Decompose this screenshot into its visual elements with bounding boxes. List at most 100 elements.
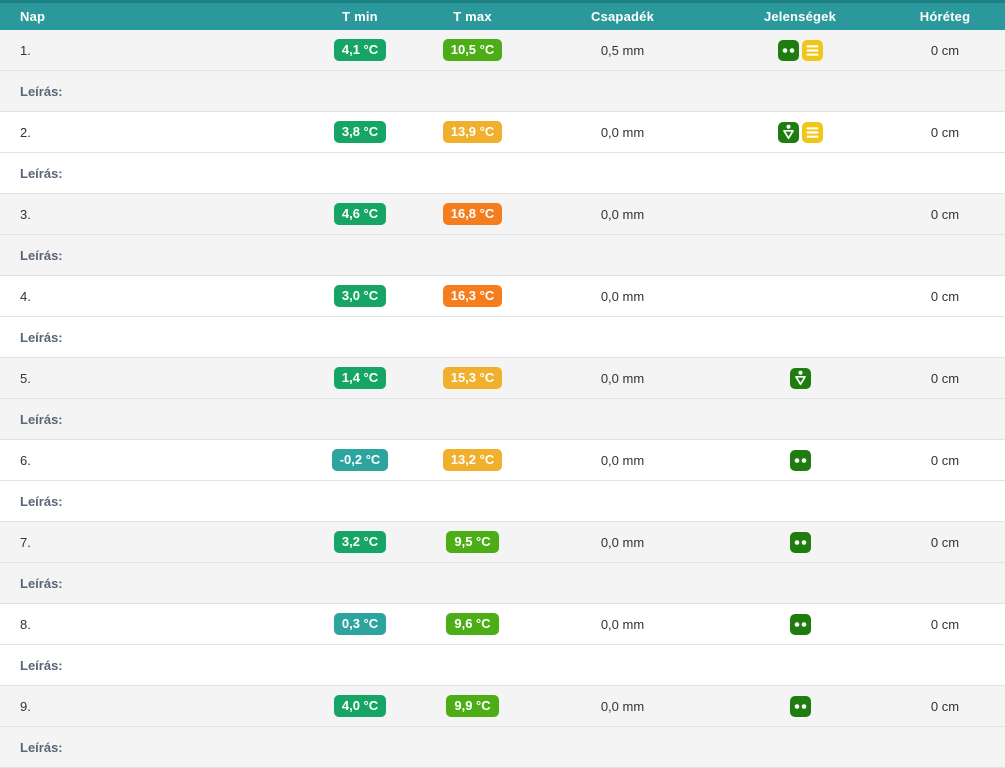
tmin-badge: 4,1 °C — [334, 39, 386, 62]
leiras-label: Leírás: — [20, 412, 63, 427]
leiras-row: Leírás: — [0, 727, 1005, 768]
tmin-cell: 4,0 °C — [305, 695, 415, 718]
day-number: 6. — [0, 453, 305, 468]
snow-cell: 0 cm — [885, 125, 1005, 140]
day-row: 7. 3,2 °C 9,5 °C 0,0 mm 0 cm — [0, 522, 1005, 563]
leiras-row: Leírás: — [0, 645, 1005, 686]
day-row: 1. 4,1 °C 10,5 °C 0,5 mm 0 cm — [0, 30, 1005, 71]
day-number: 1. — [0, 43, 305, 58]
tmax-cell: 13,9 °C — [415, 121, 530, 144]
precip-cell: 0,5 mm — [530, 43, 715, 58]
tmax-cell: 9,5 °C — [415, 531, 530, 554]
snow-cell: 0 cm — [885, 43, 1005, 58]
phenomena-cell — [715, 122, 885, 143]
leiras-row: Leírás: — [0, 153, 1005, 194]
day-number: 2. — [0, 125, 305, 140]
weather-daily-table: Nap T min T max Csapadék Jelenségek Hóré… — [0, 0, 1005, 768]
phenomena-cell — [715, 614, 885, 635]
tmax-cell: 9,6 °C — [415, 613, 530, 636]
tmax-cell: 16,3 °C — [415, 285, 530, 308]
day-row: 6. -0,2 °C 13,2 °C 0,0 mm 0 cm — [0, 440, 1005, 481]
precip-cell: 0,0 mm — [530, 289, 715, 304]
phenomena-cell — [715, 532, 885, 553]
tmax-cell: 10,5 °C — [415, 39, 530, 62]
tmax-cell: 16,8 °C — [415, 203, 530, 226]
phenomena-cell — [715, 40, 885, 61]
table-body: 1. 4,1 °C 10,5 °C 0,5 mm 0 cm Leírás: 2.… — [0, 30, 1005, 768]
precip-cell: 0,0 mm — [530, 371, 715, 386]
tmax-badge: 13,2 °C — [443, 449, 503, 472]
tmin-cell: 3,8 °C — [305, 121, 415, 144]
leiras-label: Leírás: — [20, 576, 63, 591]
day-row: 9. 4,0 °C 9,9 °C 0,0 mm 0 cm — [0, 686, 1005, 727]
tmax-badge: 9,6 °C — [446, 613, 498, 636]
column-header-tmin: T min — [305, 9, 415, 24]
day-row: 2. 3,8 °C 13,9 °C 0,0 mm 0 cm — [0, 112, 1005, 153]
tmax-badge: 9,5 °C — [446, 531, 498, 554]
leiras-row: Leírás: — [0, 71, 1005, 112]
snow-cell: 0 cm — [885, 289, 1005, 304]
snow-cell: 0 cm — [885, 207, 1005, 222]
tmax-cell: 9,9 °C — [415, 695, 530, 718]
precip-cell: 0,0 mm — [530, 535, 715, 550]
column-header-tmax: T max — [415, 9, 530, 24]
phenomena-cell — [715, 696, 885, 717]
leiras-label: Leírás: — [20, 740, 63, 755]
day-row: 5. 1,4 °C 15,3 °C 0,0 mm 0 cm — [0, 358, 1005, 399]
precip-cell: 0,0 mm — [530, 207, 715, 222]
day-row: 3. 4,6 °C 16,8 °C 0,0 mm 0 cm — [0, 194, 1005, 235]
day-row: 8. 0,3 °C 9,6 °C 0,0 mm 0 cm — [0, 604, 1005, 645]
tmin-badge: 3,0 °C — [334, 285, 386, 308]
leiras-label: Leírás: — [20, 248, 63, 263]
leiras-label: Leírás: — [20, 494, 63, 509]
drizzle-dots-icon — [778, 40, 799, 61]
drizzle-dots-icon — [790, 696, 811, 717]
table-header: Nap T min T max Csapadék Jelenségek Hóré… — [0, 0, 1005, 30]
tmin-badge: 4,6 °C — [334, 203, 386, 226]
day-number: 9. — [0, 699, 305, 714]
fog-lines-icon — [802, 40, 823, 61]
snow-cell: 0 cm — [885, 535, 1005, 550]
drizzle-dots-icon — [790, 532, 811, 553]
precip-cell: 0,0 mm — [530, 617, 715, 632]
tmin-cell: 0,3 °C — [305, 613, 415, 636]
day-row: 4. 3,0 °C 16,3 °C 0,0 mm 0 cm — [0, 276, 1005, 317]
tmin-cell: 3,0 °C — [305, 285, 415, 308]
tmax-badge: 15,3 °C — [443, 367, 503, 390]
tmax-badge: 10,5 °C — [443, 39, 503, 62]
tmin-badge: 4,0 °C — [334, 695, 386, 718]
leiras-label: Leírás: — [20, 330, 63, 345]
leiras-row: Leírás: — [0, 481, 1005, 522]
day-number: 3. — [0, 207, 305, 222]
drizzle-dots-icon — [790, 450, 811, 471]
tmin-badge: 1,4 °C — [334, 367, 386, 390]
tmin-cell: 4,1 °C — [305, 39, 415, 62]
precip-cell: 0,0 mm — [530, 453, 715, 468]
tmin-cell: 3,2 °C — [305, 531, 415, 554]
day-number: 8. — [0, 617, 305, 632]
day-number: 7. — [0, 535, 305, 550]
tmax-badge: 16,3 °C — [443, 285, 503, 308]
column-header-nap: Nap — [0, 9, 305, 24]
day-number: 5. — [0, 371, 305, 386]
tmin-badge: 0,3 °C — [334, 613, 386, 636]
leiras-label: Leírás: — [20, 166, 63, 181]
dew-drop-triangle-icon — [790, 368, 811, 389]
tmax-cell: 13,2 °C — [415, 449, 530, 472]
tmax-badge: 13,9 °C — [443, 121, 503, 144]
column-header-csapadek: Csapadék — [530, 9, 715, 24]
dew-drop-triangle-icon — [778, 122, 799, 143]
snow-cell: 0 cm — [885, 617, 1005, 632]
tmin-badge: 3,2 °C — [334, 531, 386, 554]
leiras-row: Leírás: — [0, 235, 1005, 276]
leiras-label: Leírás: — [20, 84, 63, 99]
leiras-row: Leírás: — [0, 399, 1005, 440]
phenomena-cell — [715, 450, 885, 471]
tmin-cell: 1,4 °C — [305, 367, 415, 390]
snow-cell: 0 cm — [885, 371, 1005, 386]
leiras-row: Leírás: — [0, 563, 1005, 604]
leiras-row: Leírás: — [0, 317, 1005, 358]
precip-cell: 0,0 mm — [530, 699, 715, 714]
tmin-badge: 3,8 °C — [334, 121, 386, 144]
day-number: 4. — [0, 289, 305, 304]
